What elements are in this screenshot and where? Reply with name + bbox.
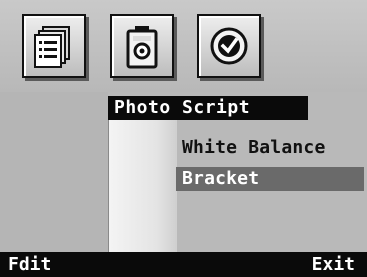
script-list-icon <box>34 26 70 68</box>
camera-button[interactable] <box>110 14 174 78</box>
softkey-bar: Fdit Exit <box>0 252 367 277</box>
menu-title: Photo Script <box>108 96 308 120</box>
icon-toolbar <box>0 0 367 92</box>
menu-item-bracket[interactable]: Bracket <box>176 167 364 191</box>
camera-icon <box>126 26 158 69</box>
edit-softkey[interactable]: Fdit <box>8 252 51 277</box>
background-pane <box>0 92 108 252</box>
check-button[interactable] <box>197 14 261 78</box>
menu-side-strip <box>108 120 177 252</box>
check-circle-icon <box>210 27 248 65</box>
menu-item-white-balance[interactable]: White Balance <box>176 136 364 160</box>
script-list-button[interactable] <box>22 14 86 78</box>
phone-screen: Photo Script White Balance Bracket Fdit … <box>0 0 367 277</box>
exit-softkey[interactable]: Exit <box>312 252 355 277</box>
